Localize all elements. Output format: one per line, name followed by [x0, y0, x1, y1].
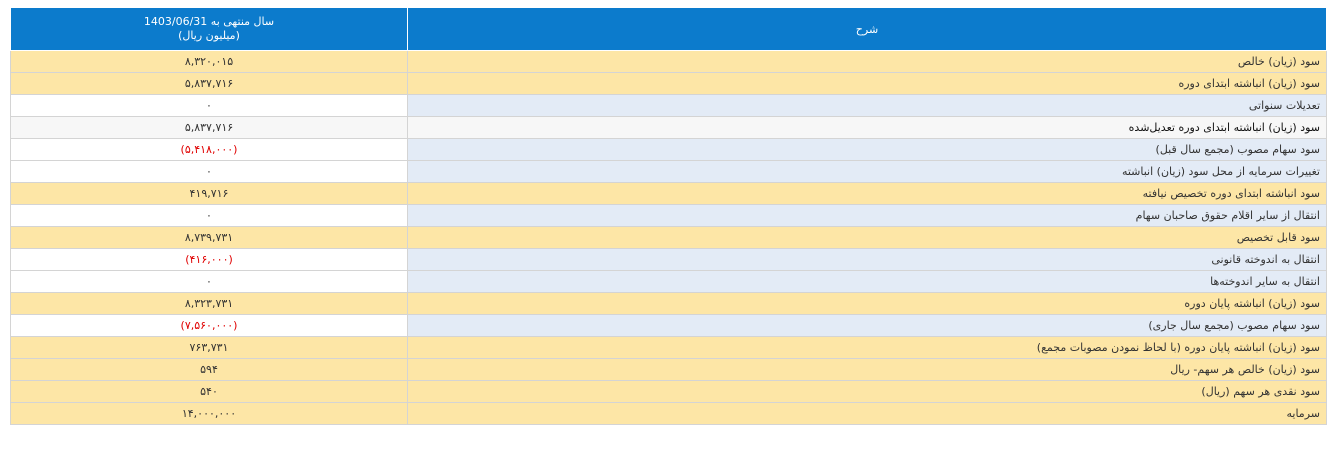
row-label: سود سهام مصوب (مجمع سال قبل) — [407, 138, 1327, 161]
header-description: شرح — [407, 7, 1327, 51]
table-header-row: سال منتهی به 1403/06/31 (میلیون ریال) شر… — [10, 7, 1327, 51]
row-value: ۸,۷۳۹,۷۳۱ — [10, 226, 408, 249]
row-value: ۵۴۰ — [10, 380, 408, 403]
table-row: ۸,۷۳۹,۷۳۱ سود قابل تخصیص — [10, 226, 1327, 249]
row-value: ۷۶۳,۷۳۱ — [10, 336, 408, 359]
table-row: ۰ انتقال به سایر اندوخته‌ها — [10, 270, 1327, 293]
row-label: تغییرات سرمایه از محل سود (زیان) انباشته — [407, 160, 1327, 183]
row-label: سود انباشته ابتدای دوره تخصیص نیافته — [407, 182, 1327, 205]
table-row: (۷,۵۶۰,۰۰۰) سود سهام مصوب (مجمع سال جاری) — [10, 314, 1327, 337]
table-row: ۵,۸۳۷,۷۱۶ سود (زیان) انباشته ابتدای دوره — [10, 72, 1327, 95]
row-label: سود نقدی هر سهم (ریال) — [407, 380, 1327, 403]
table-row: ۵,۸۳۷,۷۱۶ سود (زیان) انباشته ابتدای دوره … — [10, 116, 1327, 139]
row-label: انتقال از سایر اقلام حقوق صاحبان سهام — [407, 204, 1327, 227]
table-row: ۸,۳۲۳,۷۳۱ سود (زیان) انباشته پایان دوره — [10, 292, 1327, 315]
row-value: ۰ — [10, 270, 408, 293]
retained-earnings-table-container: سال منتهی به 1403/06/31 (میلیون ریال) شر… — [10, 7, 1327, 425]
row-label: سود (زیان) انباشته پایان دوره — [407, 292, 1327, 315]
row-value: ۰ — [10, 94, 408, 117]
header-period-value: سال منتهی به 1403/06/31 (میلیون ریال) — [10, 7, 408, 51]
row-label: انتقال به سایر اندوخته‌ها — [407, 270, 1327, 293]
table-row: ۵۴۰ سود نقدی هر سهم (ریال) — [10, 380, 1327, 403]
row-value: ۴۱۹,۷۱۶ — [10, 182, 408, 205]
table-row: ۰ تعدیلات سنواتی — [10, 94, 1327, 117]
table-row: ۴۱۹,۷۱۶ سود انباشته ابتدای دوره تخصیص نیا… — [10, 182, 1327, 205]
table-body: ۸,۳۲۰,۰۱۵ سود (زیان) خالص ۵,۸۳۷,۷۱۶ سود (زی… — [10, 50, 1327, 425]
row-value: ۱۴,۰۰۰,۰۰۰ — [10, 402, 408, 425]
row-value: (۵,۴۱۸,۰۰۰) — [10, 138, 408, 161]
row-value: ۵۹۴ — [10, 358, 408, 381]
row-value: (۷,۵۶۰,۰۰۰) — [10, 314, 408, 337]
row-label: سود (زیان) خالص هر سهم- ریال — [407, 358, 1327, 381]
table-row: ۸,۳۲۰,۰۱۵ سود (زیان) خالص — [10, 50, 1327, 73]
header-period-line: سال منتهی به 1403/06/31 — [143, 15, 275, 28]
row-label: تعدیلات سنواتی — [407, 94, 1327, 117]
table-row: ۷۶۳,۷۳۱ سود (زیان) انباشته پایان دوره (با… — [10, 336, 1327, 359]
table-row: (۵,۴۱۸,۰۰۰) سود سهام مصوب (مجمع سال قبل) — [10, 138, 1327, 161]
row-label: سود (زیان) انباشته ابتدای دوره تعدیل‌شده — [407, 116, 1327, 139]
table-row: ۰ تغییرات سرمایه از محل سود (زیان) انباشت… — [10, 160, 1327, 183]
row-value: ۸,۳۲۰,۰۱۵ — [10, 50, 408, 73]
row-label: سود (زیان) خالص — [407, 50, 1327, 73]
row-value: ۵,۸۳۷,۷۱۶ — [10, 72, 408, 95]
header-unit-line: (میلیون ریال) — [178, 29, 240, 42]
row-value: ۰ — [10, 160, 408, 183]
row-value: (۴۱۶,۰۰۰) — [10, 248, 408, 271]
row-value: ۸,۳۲۳,۷۳۱ — [10, 292, 408, 315]
row-label: انتقال به اندوخته قانونی — [407, 248, 1327, 271]
table-row: ۵۹۴ سود (زیان) خالص هر سهم- ریال — [10, 358, 1327, 381]
row-value: ۵,۸۳۷,۷۱۶ — [10, 116, 408, 139]
row-label: سود (زیان) انباشته پایان دوره (با لحاظ ن… — [407, 336, 1327, 359]
table-row: ۱۴,۰۰۰,۰۰۰ سرمایه — [10, 402, 1327, 425]
row-label: سود سهام مصوب (مجمع سال جاری) — [407, 314, 1327, 337]
row-label: سرمایه — [407, 402, 1327, 425]
retained-earnings-table: سال منتهی به 1403/06/31 (میلیون ریال) شر… — [10, 7, 1327, 425]
table-row: ۰ انتقال از سایر اقلام حقوق صاحبان سهام — [10, 204, 1327, 227]
table-row: (۴۱۶,۰۰۰) انتقال به اندوخته قانونی — [10, 248, 1327, 271]
row-label: سود قابل تخصیص — [407, 226, 1327, 249]
row-label: سود (زیان) انباشته ابتدای دوره — [407, 72, 1327, 95]
row-value: ۰ — [10, 204, 408, 227]
